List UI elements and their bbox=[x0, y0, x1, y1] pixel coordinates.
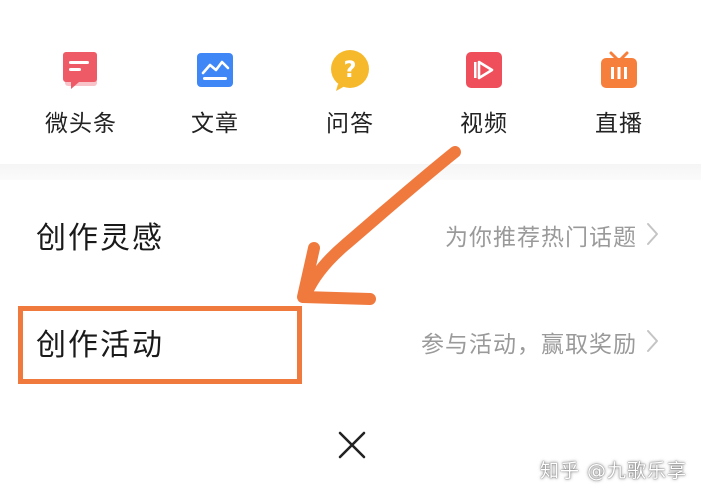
chevron-right-icon bbox=[647, 223, 658, 245]
section-divider bbox=[0, 164, 701, 180]
qa-icon: ? bbox=[326, 46, 374, 94]
quick-action-label: 微头条 bbox=[45, 111, 117, 137]
live-icon bbox=[595, 46, 643, 94]
svg-text:?: ? bbox=[344, 58, 357, 83]
quick-actions-bar: 微头条 文章 ? 问答 视频 直播 bbox=[0, 0, 701, 168]
article-icon bbox=[191, 46, 239, 94]
quick-action-live[interactable]: 直播 bbox=[564, 46, 674, 146]
quick-action-article[interactable]: 文章 bbox=[160, 46, 270, 146]
row-title: 创作灵感 bbox=[36, 221, 164, 256]
row-hint: 参与活动，赢取奖励 bbox=[421, 332, 637, 358]
creative-inspiration-row[interactable]: 创作灵感 为你推荐热门话题 bbox=[0, 193, 701, 273]
annotation-highlight-box bbox=[18, 306, 302, 384]
quick-action-video[interactable]: 视频 bbox=[429, 46, 539, 146]
close-button[interactable] bbox=[330, 423, 374, 467]
quick-action-qa[interactable]: ? 问答 bbox=[295, 46, 405, 146]
quick-action-label: 问答 bbox=[326, 111, 374, 137]
micro-headline-icon bbox=[57, 46, 105, 94]
close-icon bbox=[338, 431, 366, 459]
quick-action-label: 文章 bbox=[191, 111, 239, 137]
create-panel: 微头条 文章 ? 问答 视频 直播 创作灵感 为你推荐热门话题 创作活动 参与活… bbox=[0, 0, 701, 500]
chevron-right-icon bbox=[647, 330, 658, 352]
quick-action-label: 视频 bbox=[460, 111, 508, 137]
watermark: 知乎 @九歌乐享 bbox=[539, 460, 687, 482]
quick-action-micro-headline[interactable]: 微头条 bbox=[26, 46, 136, 146]
row-hint: 为你推荐热门话题 bbox=[445, 225, 637, 251]
quick-action-label: 直播 bbox=[595, 111, 643, 137]
video-icon bbox=[460, 46, 508, 94]
